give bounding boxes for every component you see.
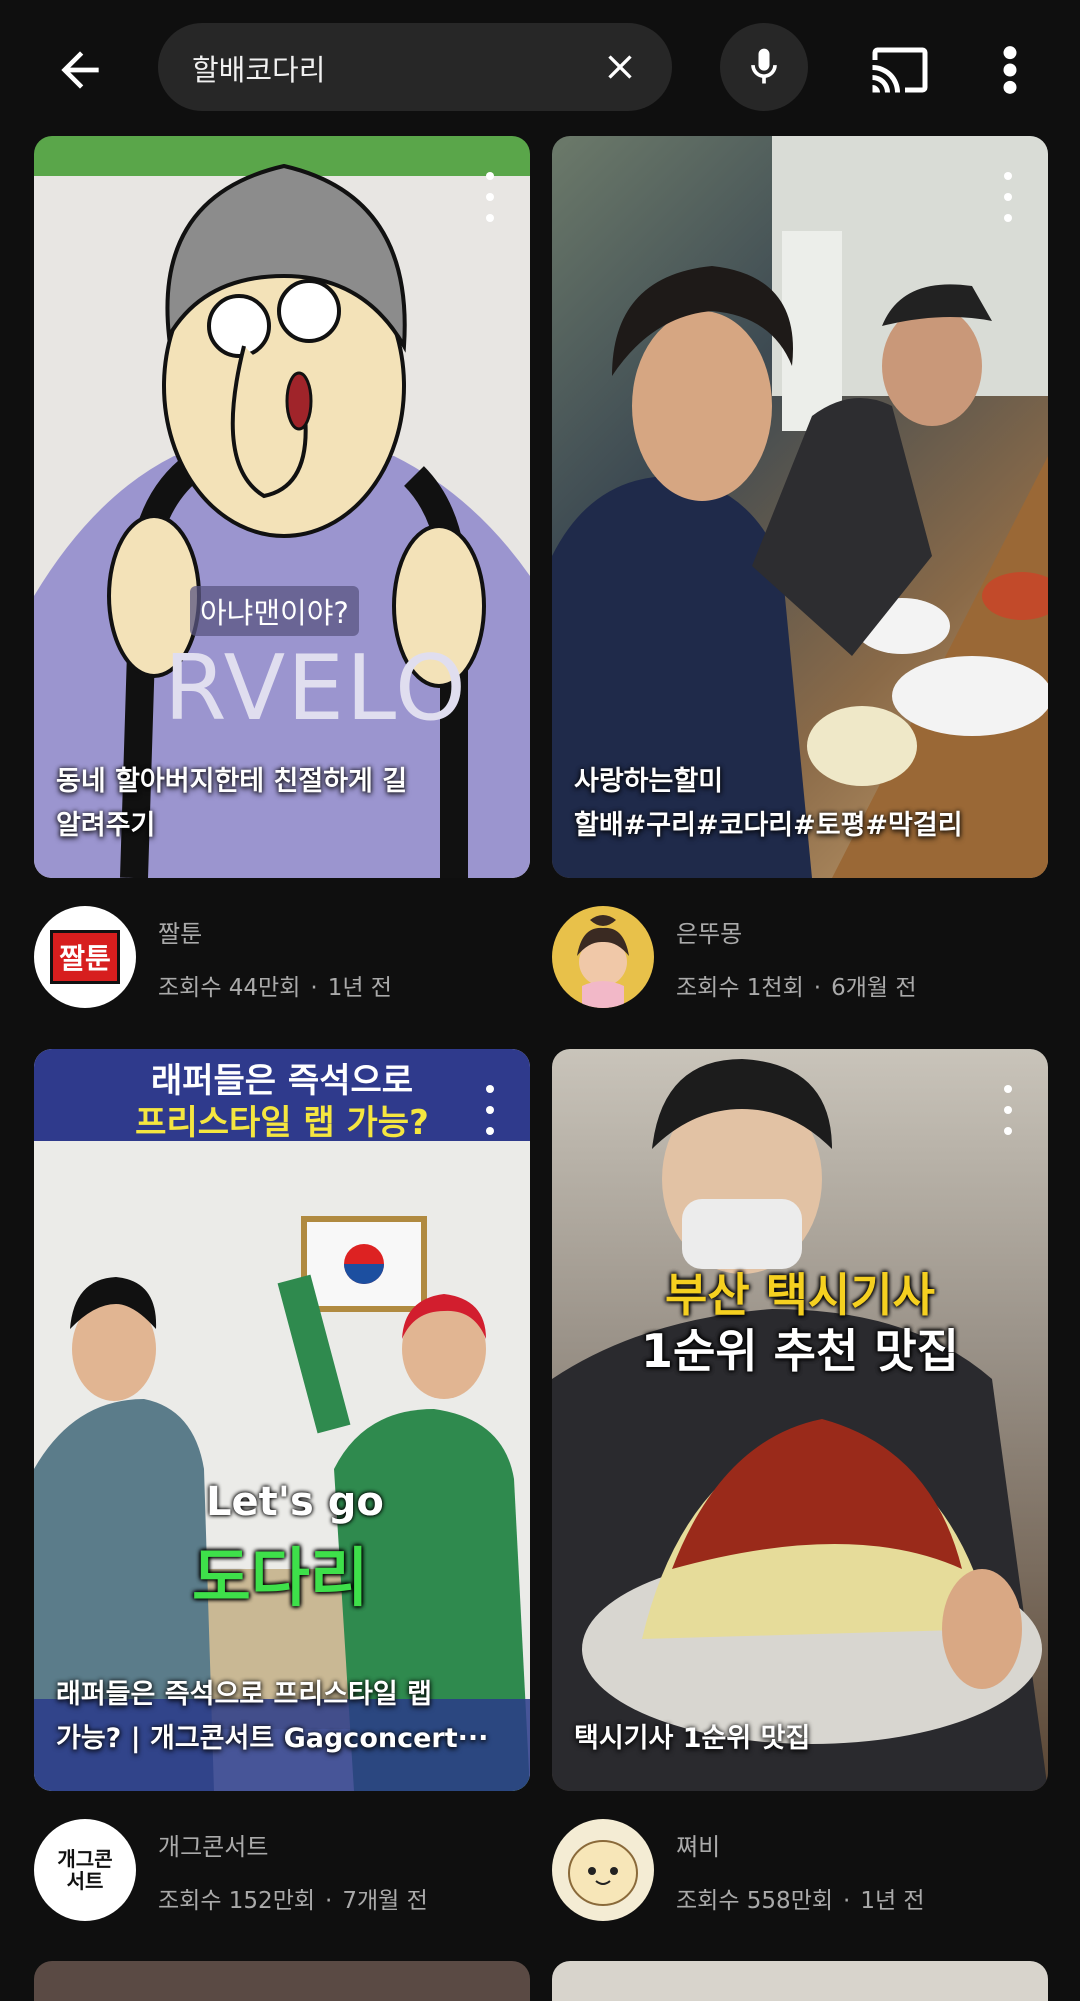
clear-search-button[interactable] [590,37,650,97]
video-meta: 짤툰 짤툰 조회수 44만회 · 1년 전 [34,906,530,1016]
search-query[interactable]: 할배코다리 [192,47,325,89]
video-thumbnail[interactable]: 래퍼들은 즉석으로 프리스타일 랩 가능? Let's go 도다리 래퍼들은 … [34,1049,530,1791]
channel-name[interactable]: 은뚜몽 [676,914,742,949]
video-thumbnail[interactable]: 부산 택시기사 1순위 추천 맛집 택시기사 1순위 맛집 [552,1049,1048,1791]
channel-name[interactable]: 개그콘서트 [158,1827,268,1862]
channel-avatar[interactable] [552,906,654,1008]
channel-name[interactable]: 쪄비 [676,1827,720,1862]
channel-avatar[interactable]: 개그콘서트 [34,1819,136,1921]
video-title: 동네 할아버지한테 친절하게 길 알려주기 [56,766,408,841]
food-dish-image [552,1059,1048,1791]
video-menu-button[interactable] [480,172,500,222]
back-button[interactable] [40,30,120,110]
child-avatar-image [577,915,629,1008]
more-vert-icon [1003,46,1017,94]
shirt-text: RVELO [164,636,468,741]
overlay-line2: 1순위 추천 맛집 [641,1324,959,1378]
video-meta: 은뚜몽 조회수 1천회 · 6개월 전 [552,906,1048,1016]
more-options-button[interactable] [980,30,1040,110]
video-stats: 조회수 44만회 · 1년 전 [158,975,392,1001]
search-box[interactable]: 할배코다리 [158,23,672,111]
video-title: 사랑하는할미 할배#구리#코다리#토평#막걸리 [574,766,963,841]
video-meta: 개그콘서트 개그콘서트 조회수 152만회 · 7개월 전 [34,1819,530,1929]
video-stats: 조회수 1천회 · 6개월 전 [676,975,917,1001]
microphone-icon [751,48,777,84]
video-stats: 조회수 152만회 · 7개월 전 [158,1888,428,1914]
video-thumbnail-partial[interactable] [552,1961,1048,2001]
video-meta: 쪄비 조회수 558만회 · 1년 전 [552,1819,1048,1929]
cast-button[interactable] [860,30,940,110]
video-title: 래퍼들은 즉석으로 프리스타일 랩 가능? | 개그콘서트 Gagconcert… [56,1679,489,1754]
mascot-avatar-image [568,1840,638,1906]
video-title: 택시기사 1순위 맛집 [574,1723,811,1754]
video-menu-button[interactable] [480,1085,500,1135]
caption-overlay: 아냐맨이야? [190,586,359,636]
channel-avatar[interactable]: 짤툰 [34,906,136,1008]
video-thumbnail[interactable]: 아냐맨이야? RVELO 동네 할아버지한테 친절하게 길 알려주기 [34,136,530,878]
back-arrow-icon [61,51,99,89]
video-menu-button[interactable] [998,1085,1018,1135]
voice-search-button[interactable] [720,23,808,111]
channel-avatar[interactable] [552,1819,654,1921]
channel-name[interactable]: 짤툰 [158,914,202,949]
video-menu-button[interactable] [998,172,1018,222]
overlay-english-text: Let's go [206,1479,384,1525]
close-icon [608,55,632,79]
cast-icon [872,47,928,93]
top-bar: 할배코다리 [0,0,1080,135]
video-stats: 조회수 558만회 · 1년 전 [676,1888,925,1914]
video-thumbnail-partial[interactable] [34,1961,530,2001]
video-thumbnail[interactable]: 사랑하는할미 할배#구리#코다리#토평#막걸리 [552,136,1048,878]
overlay-korean-text: 도다리 [192,1542,369,1616]
